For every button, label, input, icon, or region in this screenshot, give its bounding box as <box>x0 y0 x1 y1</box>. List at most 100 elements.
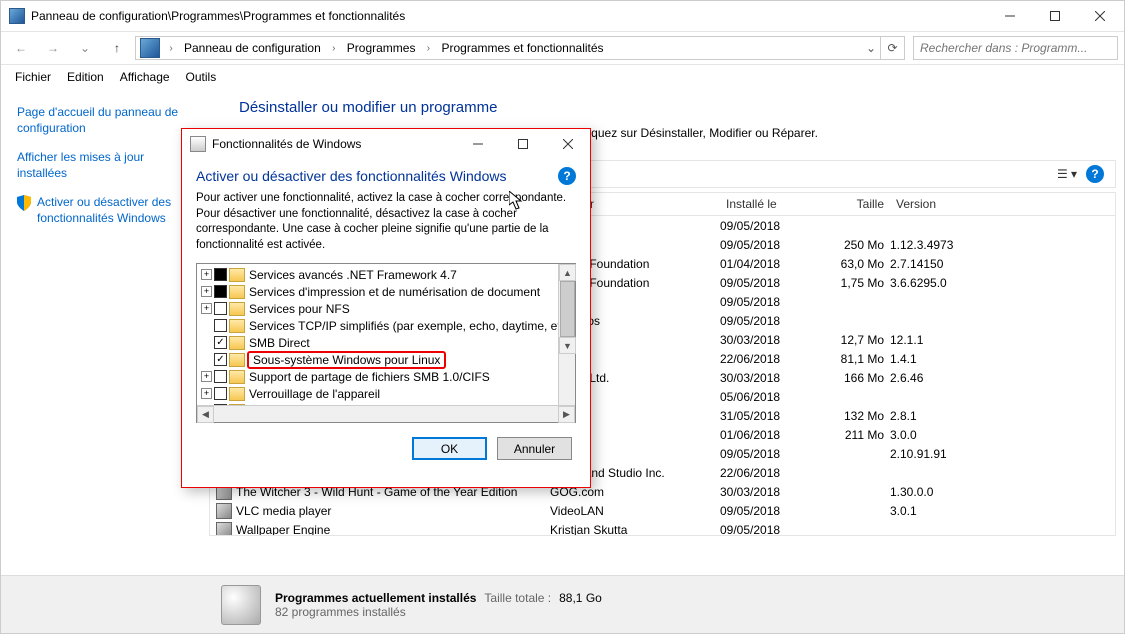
program-date: 09/05/2018 <box>720 314 815 328</box>
dialog-icon <box>190 136 206 152</box>
breadcrumb-part[interactable]: Programmes <box>341 37 422 59</box>
program-date: 09/05/2018 <box>720 447 815 461</box>
dialog-maximize-button[interactable] <box>500 129 545 159</box>
close-button[interactable] <box>1077 1 1122 31</box>
sidebar-link-updates[interactable]: Afficher les mises à jour installées <box>17 150 185 181</box>
expand-icon[interactable]: + <box>201 269 212 280</box>
tree-item-label: Support de partage de fichiers SMB 1.0/C… <box>247 370 490 384</box>
program-date: 09/05/2018 <box>720 295 815 309</box>
horizontal-scrollbar[interactable]: ◀ ▶ <box>197 405 575 422</box>
breadcrumb-part[interactable]: Programmes et fonctionnalités <box>435 37 609 59</box>
program-date: 09/05/2018 <box>720 523 815 537</box>
tree-scroll[interactable]: +Services avancés .NET Framework 4.7+Ser… <box>197 264 575 405</box>
program-size: 250 Mo <box>815 238 890 252</box>
search-input[interactable] <box>913 36 1118 60</box>
breadcrumb[interactable]: › Panneau de configuration › Programmes … <box>135 36 905 60</box>
scroll-up-icon[interactable]: ▲ <box>559 264 576 281</box>
tree-item[interactable]: +Services pour NFS <box>197 300 575 317</box>
program-version: 12.1.1 <box>890 333 990 347</box>
table-row[interactable]: VLC media playerVideoLAN09/05/20183.0.1 <box>210 501 1115 520</box>
program-size: 1,75 Mo <box>815 276 890 290</box>
help-icon[interactable]: ? <box>558 167 576 185</box>
checkbox[interactable] <box>214 319 227 332</box>
program-date: 22/06/2018 <box>720 352 815 366</box>
checkbox[interactable] <box>214 302 227 315</box>
program-version: 2.8.1 <box>890 409 990 423</box>
tree-item-label: Services TCP/IP simplifiés (par exemple,… <box>247 319 574 333</box>
menu-tools[interactable]: Outils <box>186 70 217 84</box>
view-options-icon[interactable]: ☰ ▾ <box>1053 162 1081 186</box>
chevron-right-icon[interactable]: › <box>164 43 178 54</box>
checkbox[interactable] <box>214 387 227 400</box>
page-title: Désinstaller ou modifier un programme <box>239 99 1116 116</box>
expand-icon[interactable]: + <box>201 286 212 297</box>
chevron-right-icon[interactable]: › <box>327 43 341 54</box>
checkbox[interactable] <box>214 285 227 298</box>
tree-item[interactable]: SMB Direct <box>197 334 575 351</box>
checkbox[interactable] <box>214 268 227 281</box>
program-size: 166 Mo <box>815 371 890 385</box>
back-button[interactable]: ← <box>7 34 35 62</box>
scrollbar-thumb[interactable] <box>560 281 575 337</box>
features-tree: +Services avancés .NET Framework 4.7+Ser… <box>196 263 576 423</box>
dialog-description: Pour activer une fonctionnalité, activez… <box>182 191 590 263</box>
column-installed[interactable]: Installé le <box>720 197 815 211</box>
menu-edit[interactable]: Edition <box>67 70 104 84</box>
expand-icon[interactable]: + <box>201 371 212 382</box>
menu-view[interactable]: Affichage <box>120 70 170 84</box>
sidebar-link-home[interactable]: Page d'accueil du panneau de configurati… <box>17 105 185 136</box>
sidebar-link-label: Activer ou désactiver des fonctionnalité… <box>37 195 185 226</box>
expand-icon[interactable]: + <box>201 388 212 399</box>
recent-dropdown[interactable]: ⌄ <box>71 34 99 62</box>
menu-file[interactable]: Fichier <box>15 70 51 84</box>
breadcrumb-dropdown[interactable]: ⌄ <box>862 41 880 55</box>
tree-item[interactable]: +Verrouillage de l'appareil <box>197 385 575 402</box>
tree-item[interactable]: +Services avancés .NET Framework 4.7 <box>197 266 575 283</box>
tree-item-label: SMB Direct <box>247 336 310 350</box>
chevron-right-icon[interactable]: › <box>421 43 435 54</box>
program-date: 05/06/2018 <box>720 390 815 404</box>
column-version[interactable]: Version <box>890 197 990 211</box>
column-size[interactable]: Taille <box>815 197 890 211</box>
program-version: 2.10.91.91 <box>890 447 990 461</box>
folder-icon <box>229 336 245 350</box>
refresh-button[interactable]: ⟳ <box>880 37 904 59</box>
program-size: 12,7 Mo <box>815 333 890 347</box>
forward-button[interactable]: → <box>39 34 67 62</box>
table-row[interactable]: Wallpaper EngineKristjan Skutta09/05/201… <box>210 520 1115 536</box>
expand-icon[interactable]: + <box>201 303 212 314</box>
breadcrumb-part[interactable]: Panneau de configuration <box>178 37 327 59</box>
folder-icon <box>229 319 245 333</box>
checkbox[interactable] <box>214 353 227 366</box>
checkbox[interactable] <box>214 370 227 383</box>
dialog-minimize-button[interactable] <box>455 129 500 159</box>
program-date: 09/05/2018 <box>720 504 815 518</box>
tree-item[interactable]: Sous-système Windows pour Linux <box>197 351 575 368</box>
up-button[interactable]: ↑ <box>103 34 131 62</box>
program-version: 3.6.6295.0 <box>890 276 990 290</box>
tree-item[interactable]: + Support de partage de fichiers SMB 1.0/… <box>197 368 575 385</box>
maximize-button[interactable] <box>1032 1 1077 31</box>
tree-item[interactable]: +Services d'impression et de numérisatio… <box>197 283 575 300</box>
dialog-titlebar[interactable]: Fonctionnalités de Windows <box>182 129 590 159</box>
tree-item[interactable]: Services TCP/IP simplifiés (par exemple,… <box>197 317 575 334</box>
dialog-close-button[interactable] <box>545 129 590 159</box>
folder-icon <box>229 387 245 401</box>
scroll-left-icon[interactable]: ◀ <box>197 406 214 423</box>
program-date: 31/05/2018 <box>720 409 815 423</box>
status-count: 82 programmes installés <box>275 605 602 619</box>
scroll-down-icon[interactable]: ▼ <box>559 337 576 354</box>
help-icon[interactable]: ? <box>1081 162 1109 186</box>
ok-button[interactable]: OK <box>412 437 487 460</box>
program-date: 22/06/2018 <box>720 466 815 480</box>
scroll-right-icon[interactable]: ▶ <box>558 406 575 423</box>
minimize-button[interactable] <box>987 1 1032 31</box>
window-titlebar: Panneau de configuration\Programmes\Prog… <box>1 1 1124 31</box>
program-date: 30/03/2018 <box>720 333 815 347</box>
vertical-scrollbar[interactable]: ▲ ▼ <box>558 264 575 405</box>
cancel-button[interactable]: Annuler <box>497 437 572 460</box>
sidebar-link-features[interactable]: Activer ou désactiver des fonctionnalité… <box>17 195 185 226</box>
program-date: 09/05/2018 <box>720 276 815 290</box>
checkbox[interactable] <box>214 336 227 349</box>
folder-icon <box>229 268 245 282</box>
